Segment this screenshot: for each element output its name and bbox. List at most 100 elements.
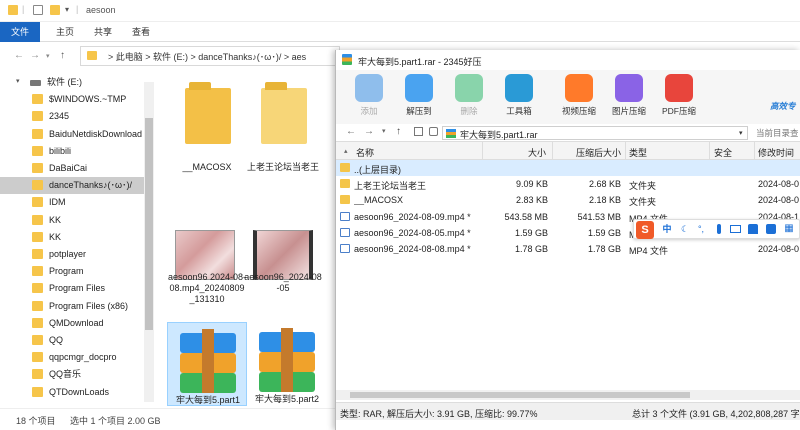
sidebar-item[interactable]: Program Files <box>32 280 157 297</box>
column-name[interactable]: 名称 <box>356 146 374 159</box>
ime-toolbar[interactable]: S 中 ☾ °, ▦ <box>633 219 800 239</box>
tab-share[interactable]: 共享 <box>94 25 112 38</box>
brand-slogan: 高效专 <box>770 101 796 111</box>
chevron-down-icon[interactable]: ▾ <box>739 129 743 137</box>
toolbar-icon <box>455 74 483 102</box>
sidebar-item[interactable]: QQ <box>32 332 157 349</box>
sort-up-icon: ▴ <box>344 148 348 155</box>
sidebar-item-label: QQ <box>49 335 64 345</box>
search-field[interactable]: 当前目录查 <box>756 127 799 139</box>
folder-icon <box>32 266 43 277</box>
folder-icon <box>8 5 18 15</box>
sidebar-item[interactable]: 2345 <box>32 108 157 125</box>
scroll-thumb[interactable] <box>350 392 690 398</box>
sidebar-item[interactable]: Program Files (x86) <box>32 298 157 315</box>
forward-icon[interactable]: → <box>364 126 374 137</box>
archive-path-box[interactable]: 牢大每到5.part1.rar ▾ <box>442 126 748 140</box>
selection-info: 选中 1 个项目 2.00 GB <box>70 416 161 426</box>
toolbar-button[interactable]: 添加 <box>344 74 394 117</box>
toolbar-button[interactable]: 视频压缩 <box>554 74 604 117</box>
toolbar-label: 添加 <box>360 106 378 116</box>
up-icon[interactable]: ↑ <box>60 50 65 61</box>
column-security[interactable]: 安全 <box>714 146 732 159</box>
table-row[interactable]: __MACOSX 2.83 KB 2.18 KB 文件夹 2024-08-0 <box>336 192 800 208</box>
table-row[interactable]: ..(上层目录) <box>336 160 800 176</box>
properties-icon[interactable] <box>33 5 43 15</box>
column-packed[interactable]: 压缩后大小 <box>576 146 621 159</box>
tab-view[interactable]: 查看 <box>132 25 150 38</box>
toolbar-button[interactable]: 工具箱 <box>494 74 544 117</box>
window-title: aesoon <box>86 5 116 15</box>
up-icon[interactable]: ↑ <box>396 126 401 137</box>
ime-mode[interactable]: 中 <box>662 224 672 234</box>
keyboard-icon[interactable] <box>730 225 741 233</box>
file-view: __MACOSX 上老王论坛当老王 aesoon96 2024-08-08.mp… <box>155 72 335 408</box>
sidebar-item[interactable]: $WINDOWS.~TMP <box>32 91 157 108</box>
sidebar-item[interactable]: 软件 (E:) <box>30 74 155 91</box>
sidebar-item-label: DaBaiCai <box>49 163 88 173</box>
sidebar-item[interactable]: danceThanks♪(･ω･)/ <box>0 177 144 195</box>
sidebar-item[interactable]: BaiduNetdiskDownload <box>32 126 157 143</box>
history-dropdown-icon[interactable]: ▾ <box>382 127 386 135</box>
sogou-logo-icon[interactable]: S <box>636 221 654 239</box>
collapse-icon[interactable]: ▾ <box>16 77 20 85</box>
copy-icon[interactable] <box>429 127 438 136</box>
sidebar-item-label: potplayer <box>49 249 87 259</box>
sidebar-item[interactable]: KK <box>32 212 157 229</box>
folder-icon <box>32 145 43 156</box>
sidebar-item-label: 2345 <box>49 111 70 122</box>
cell-modified: 2024-08-0 <box>758 179 800 190</box>
cell-name: ..(上层目录) <box>354 165 401 175</box>
quick-access-dropdown-icon[interactable]: ▾ <box>65 5 69 14</box>
back-icon[interactable]: ← <box>346 126 356 137</box>
toolbar-icon <box>405 74 433 102</box>
folder-icon <box>32 335 43 345</box>
toolbar-button[interactable]: PDF压缩 <box>654 74 704 117</box>
sidebar-item[interactable]: potplayer <box>32 246 157 263</box>
tab-home[interactable]: 主页 <box>56 25 74 38</box>
column-type[interactable]: 类型 <box>629 146 647 159</box>
grid-icon[interactable]: ▦ <box>784 224 794 234</box>
view-icon[interactable] <box>414 127 423 136</box>
sidebar-item-label: $WINDOWS.~TMP <box>49 94 127 105</box>
table-row[interactable]: aesoon96_2024-08-08.mp4 * 1.78 GB 1.78 GB M… <box>336 241 800 257</box>
sidebar-item[interactable]: QQ音乐 <box>32 366 157 383</box>
cell-name: 上老王论坛当老王 <box>354 181 427 192</box>
forward-icon[interactable]: → <box>30 50 40 61</box>
toolbar-label: PDF压缩 <box>661 106 696 116</box>
toolbar-button[interactable]: 删除 <box>444 74 494 117</box>
sidebar-item[interactable]: IDM <box>32 194 157 211</box>
sidebar-item-label: IDM <box>49 197 66 208</box>
list-item[interactable]: 牢大每到5.part2 <box>247 322 327 406</box>
column-size[interactable]: 大小 <box>528 146 546 159</box>
sidebar-item[interactable]: KK <box>32 229 157 246</box>
recent-dropdown-icon[interactable]: ▾ <box>46 52 50 60</box>
column-modified[interactable]: 修改时间 <box>758 146 794 159</box>
sidebar-item[interactable]: bilibili <box>32 143 157 160</box>
mic-icon[interactable] <box>717 224 721 234</box>
cell-name: aesoon96_2024-08-08.mp4 * <box>354 244 471 254</box>
new-folder-icon[interactable] <box>50 5 60 15</box>
archive-app-icon <box>342 54 352 65</box>
sidebar-item[interactable]: DaBaiCai <box>32 160 157 177</box>
tab-file[interactable]: 文件 <box>0 22 40 42</box>
sidebar-item[interactable]: QTDownLoads <box>32 384 157 401</box>
sidebar-item-label: Program Files <box>49 283 106 294</box>
folder-icon <box>32 300 43 311</box>
toolbar-button[interactable]: 解压到 <box>394 74 444 117</box>
punct-icon[interactable]: °, <box>696 224 706 234</box>
folder-icon <box>261 82 307 144</box>
sidebar-scroll-thumb[interactable] <box>145 118 153 330</box>
video-file-icon <box>340 211 350 221</box>
toolbar-button[interactable]: 图片压缩 <box>604 74 654 117</box>
item-label: __MACOSX <box>182 162 232 172</box>
list-item[interactable]: 牢大每到5.part1 <box>167 322 247 406</box>
back-icon[interactable]: ← <box>14 50 24 61</box>
shirt-icon[interactable] <box>748 224 758 234</box>
toolbox-icon[interactable] <box>766 224 776 234</box>
sidebar-item[interactable]: Program <box>32 263 157 280</box>
moon-icon[interactable]: ☾ <box>680 224 690 234</box>
sidebar-item[interactable]: QMDownload <box>32 315 157 332</box>
table-row[interactable]: 上老王论坛当老王 9.09 KB 2.68 KB 文件夹 2024-08-0 <box>336 176 800 192</box>
sidebar-item[interactable]: qqpcmgr_docpro <box>32 349 157 366</box>
